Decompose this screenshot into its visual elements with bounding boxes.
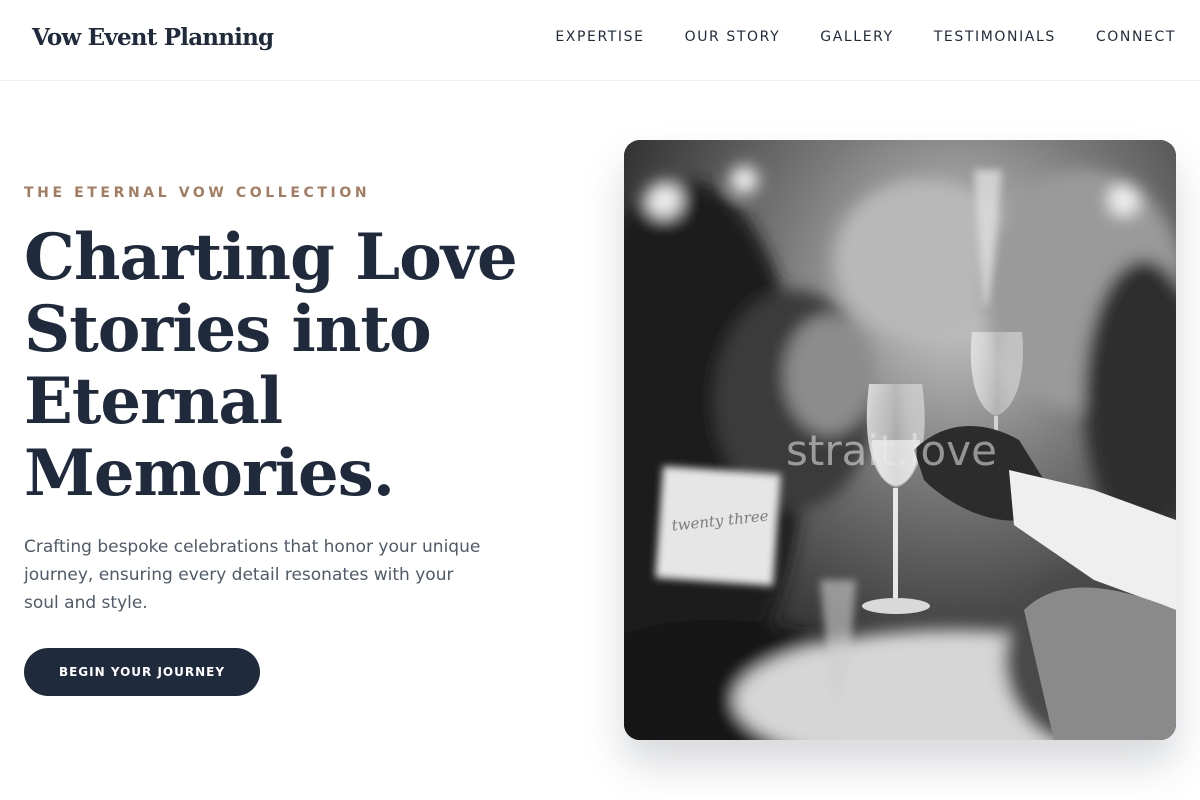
hero-headline: Charting Love Stories into Eternal Memor… <box>24 220 518 511</box>
hero-subtitle: Crafting bespoke celebrations that honor… <box>24 537 481 613</box>
main-nav: EXPERTISE OUR STORY GALLERY TESTIMONIALS… <box>555 29 1176 45</box>
hero-photo-toast: twenty three strait.love <box>624 140 1176 740</box>
site-header: Vow Event Planning EXPERTISE OUR STORY G… <box>0 0 1200 81</box>
nav-link-testimonials[interactable]: TESTIMONIALS <box>934 29 1056 45</box>
nav-link-our-story[interactable]: OUR STORY <box>685 29 781 45</box>
begin-journey-button[interactable]: BEGIN YOUR JOURNEY <box>24 648 260 696</box>
nav-link-gallery[interactable]: GALLERY <box>820 29 893 45</box>
nav-link-expertise[interactable]: EXPERTISE <box>555 29 644 45</box>
brand-logo[interactable]: Vow Event Planning <box>32 24 274 51</box>
nav-link-connect[interactable]: CONNECT <box>1096 29 1176 45</box>
hero-eyebrow: THE ETERNAL VOW COLLECTION <box>24 185 371 201</box>
image-watermark: strait.love <box>786 426 997 475</box>
